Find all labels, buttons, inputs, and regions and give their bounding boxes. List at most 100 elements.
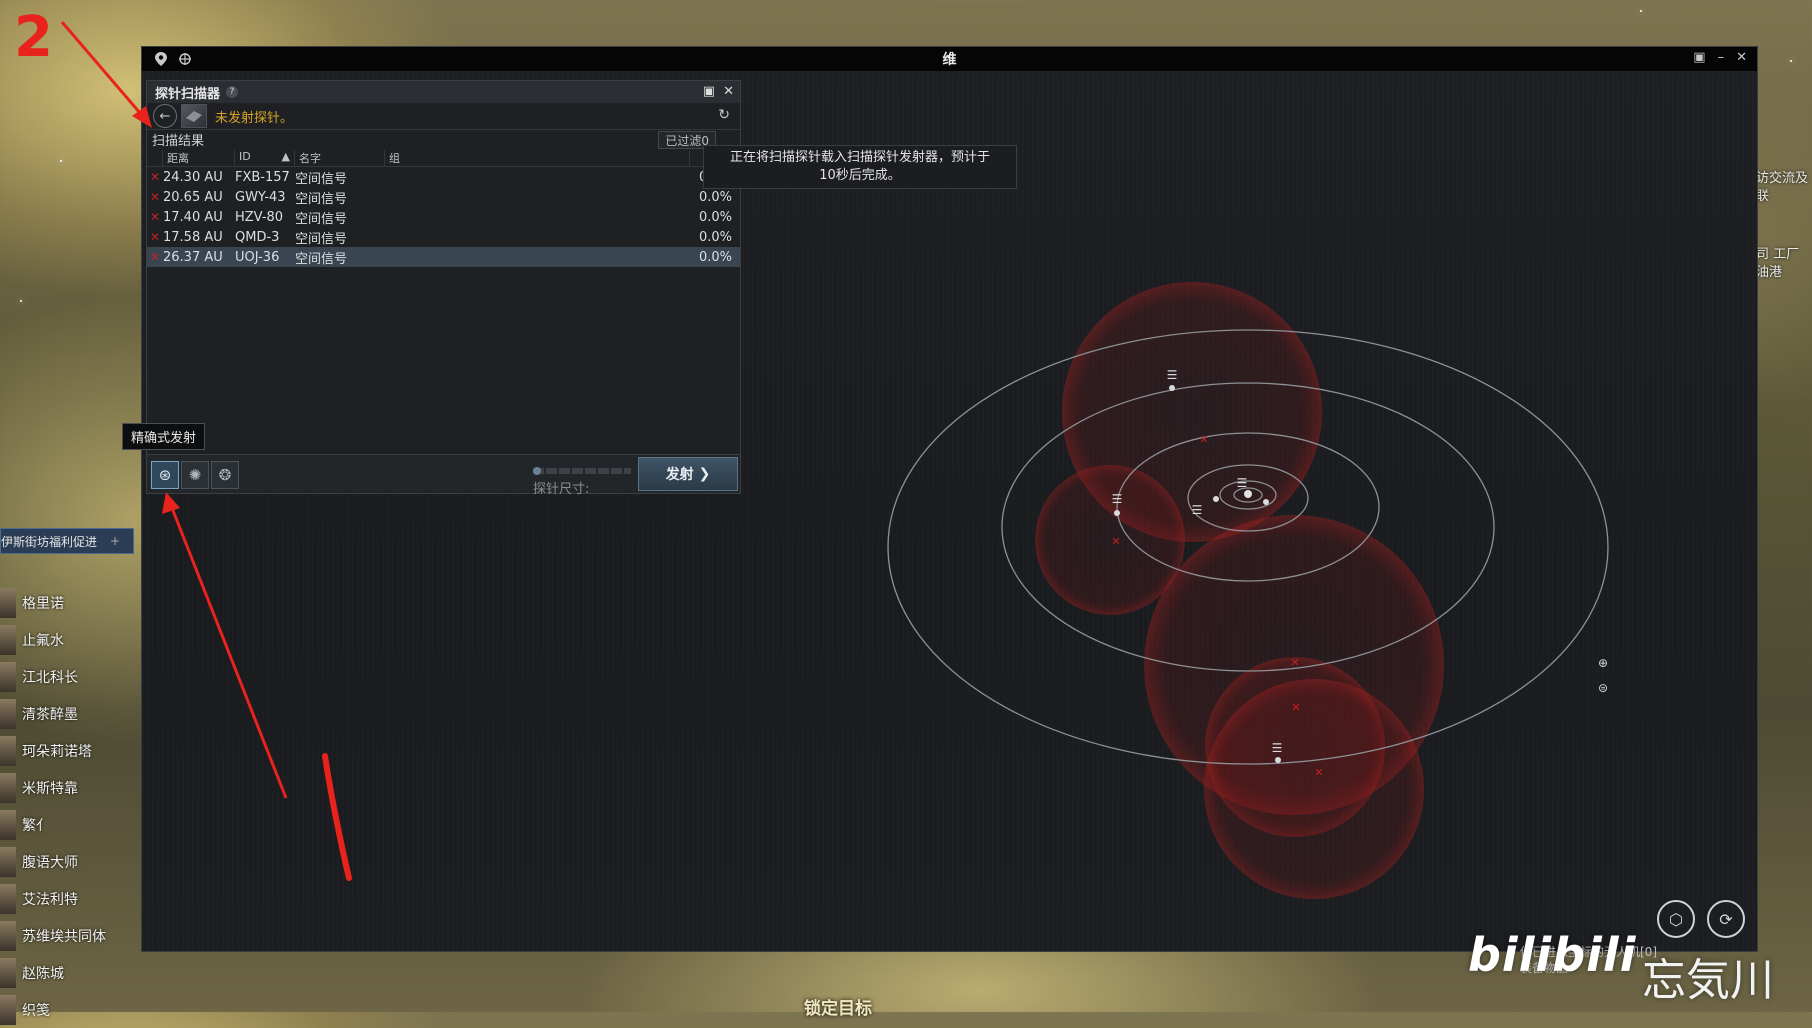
- precise-launch-button[interactable]: ⊛: [151, 461, 179, 489]
- member-item[interactable]: 格里诺: [0, 584, 160, 621]
- launch-button[interactable]: 发射 ❯: [638, 457, 738, 491]
- star: [20, 300, 22, 302]
- result-signal: 0.0%: [698, 229, 732, 245]
- planet-icon: [1275, 757, 1281, 763]
- result-id: GWY-43: [235, 189, 286, 205]
- member-item[interactable]: 江北科长: [0, 658, 160, 695]
- member-item[interactable]: 腹语大师: [0, 843, 160, 880]
- scanner-title: 探针扫描器: [155, 86, 221, 102]
- right-edge-line: 访交流及联: [1756, 171, 1809, 204]
- star: [60, 160, 62, 162]
- result-name: 空间信号: [295, 251, 348, 267]
- result-name: 空间信号: [295, 171, 348, 187]
- member-item[interactable]: 赵陈城: [0, 954, 160, 991]
- probe-size-label: 探针尺寸:: [533, 482, 590, 497]
- station-icon: ⊜: [1598, 681, 1608, 695]
- result-row[interactable]: ✕ 17.40 AU HZV-80 空间信号 0.0%: [147, 207, 740, 227]
- precise-launch-icon: ⊛: [158, 466, 172, 484]
- avatar: [0, 772, 16, 803]
- member-item[interactable]: 艾法利特: [0, 880, 160, 917]
- member-item[interactable]: 苏维埃共同体: [0, 917, 160, 954]
- col-group[interactable]: 组: [385, 150, 690, 166]
- stargate-icon: ☰: [1112, 492, 1123, 506]
- col-marker: [147, 150, 163, 166]
- stargate-icon: ☰: [1237, 476, 1248, 490]
- avatar: [0, 957, 16, 988]
- probe-loading-tooltip: 正在将扫描探针载入扫描探针发射器，预计于 10秒后完成。: [703, 145, 1017, 189]
- result-id: QMD-3: [235, 229, 280, 245]
- member-list: 格里诺 止氟水 江北科长清茶醉墨珂朵莉诺塔米斯特靠繁亻 腹语大师艾法利特苏维埃共同体赵…: [0, 584, 160, 1028]
- star: [1640, 10, 1642, 12]
- result-name: 空间信号: [295, 211, 348, 227]
- member-name: 清茶醉墨: [22, 706, 78, 723]
- member-item[interactable]: 米斯特靠: [0, 769, 160, 806]
- star: [1790, 60, 1792, 62]
- help-icon[interactable]: ?: [226, 86, 239, 98]
- window-mode-icon[interactable]: ▣: [703, 84, 715, 99]
- slider-knob[interactable]: [533, 467, 541, 475]
- back-arrow-icon[interactable]: ←: [153, 104, 177, 128]
- results-label-row: 扫描结果 已过滤0: [147, 130, 740, 149]
- member-name: 艾法利特: [22, 891, 78, 908]
- cube-view-icon[interactable]: ⬡: [1657, 900, 1695, 938]
- stargate-icon: ☰: [1192, 503, 1203, 517]
- col-id[interactable]: ID ▲: [235, 150, 295, 166]
- result-distance: 26.37 AU: [163, 249, 223, 265]
- spread-launch-button[interactable]: ✺: [181, 461, 209, 489]
- avatar: [0, 587, 16, 618]
- pinpoint-launch-button[interactable]: ❂: [211, 461, 239, 489]
- member-name: 织笺: [22, 1002, 50, 1019]
- col-name[interactable]: 名字: [295, 150, 385, 166]
- member-item[interactable]: 织笺: [0, 991, 160, 1028]
- planet-icon: [1263, 499, 1269, 505]
- add-channel-button[interactable]: +: [110, 534, 120, 548]
- member-item[interactable]: 止氟水: [0, 621, 160, 658]
- spread-launch-icon: ✺: [188, 466, 202, 484]
- chat-tab-label: 伊斯街坊福利促进: [1, 534, 98, 549]
- signature-marker: ✕: [1199, 433, 1208, 446]
- col-distance[interactable]: 距离: [163, 150, 235, 166]
- annotation-number: 2: [14, 5, 53, 70]
- result-distance: 20.65 AU: [163, 189, 223, 205]
- avatar: [0, 661, 16, 692]
- right-edge-line: 油港: [1756, 265, 1783, 280]
- member-item[interactable]: 繁亻: [0, 806, 160, 843]
- launch-label: 发射: [665, 467, 694, 483]
- result-id: UOJ-36: [235, 249, 280, 265]
- signature-sphere: [1204, 679, 1424, 899]
- scanner-close-icon[interactable]: ✕: [723, 84, 734, 99]
- ignore-result-icon[interactable]: ✕: [147, 230, 163, 244]
- avatar: [0, 698, 16, 729]
- result-row[interactable]: ✕ 26.37 AU UOJ-36 空间信号 0.0%: [147, 247, 740, 267]
- rotate-view-icon[interactable]: ⟳: [1707, 900, 1745, 938]
- result-row[interactable]: ✕24.30 AUFXB-157空间信号0.0%: [147, 167, 740, 187]
- probe-launcher-icon[interactable]: [181, 104, 207, 128]
- results-table-header: 距离 ID ▲ 名字 组 信号: [147, 150, 740, 167]
- result-row[interactable]: ✕ 17.58 AU QMD-3 空间信号 0.0%: [147, 227, 740, 247]
- member-item[interactable]: 珂朵莉诺塔: [0, 732, 160, 769]
- col-id-label: ID: [239, 150, 251, 163]
- results-list: ✕24.30 AUFXB-157空间信号0.0%✕20.65 AUGWY-43空…: [147, 167, 740, 267]
- ignore-result-icon[interactable]: ✕: [147, 210, 163, 224]
- scanner-header: 探针扫描器 ? ▣ ✕: [147, 81, 740, 103]
- result-row[interactable]: ✕ 20.65 AU GWY-43 空间信号 0.0%: [147, 187, 740, 207]
- probe-size-slider[interactable]: [533, 467, 631, 475]
- avatar: [0, 920, 16, 951]
- member-item[interactable]: 清茶醉墨: [0, 695, 160, 732]
- refresh-icon[interactable]: ↻: [718, 107, 730, 123]
- ignore-result-icon[interactable]: ✕: [147, 190, 163, 204]
- planet-icon: [1114, 510, 1120, 516]
- result-name: 空间信号: [295, 231, 348, 247]
- probe-scanner-panel: 探针扫描器 ? ▣ ✕ ← 未发射探针。 ↻ 扫描结果 已过滤0 距离 ID ▲…: [146, 80, 741, 497]
- result-id: HZV-80: [235, 209, 284, 225]
- signature-marker: ✕: [1290, 656, 1299, 669]
- right-edge-line: 司 工厂: [1756, 247, 1800, 262]
- result-signal: 0.0%: [698, 209, 732, 225]
- pinpoint-launch-icon: ❂: [218, 466, 232, 484]
- member-name: 米斯特靠: [22, 780, 78, 797]
- ignore-result-icon[interactable]: ✕: [147, 170, 163, 184]
- signature-marker: ✕: [1291, 701, 1300, 714]
- scanner-footer: ⊛ ✺ ❂ 探针尺寸: 发射 ❯: [147, 454, 740, 497]
- tooltip-line: 10秒后完成。: [819, 168, 901, 183]
- ignore-result-icon[interactable]: ✕: [147, 250, 163, 264]
